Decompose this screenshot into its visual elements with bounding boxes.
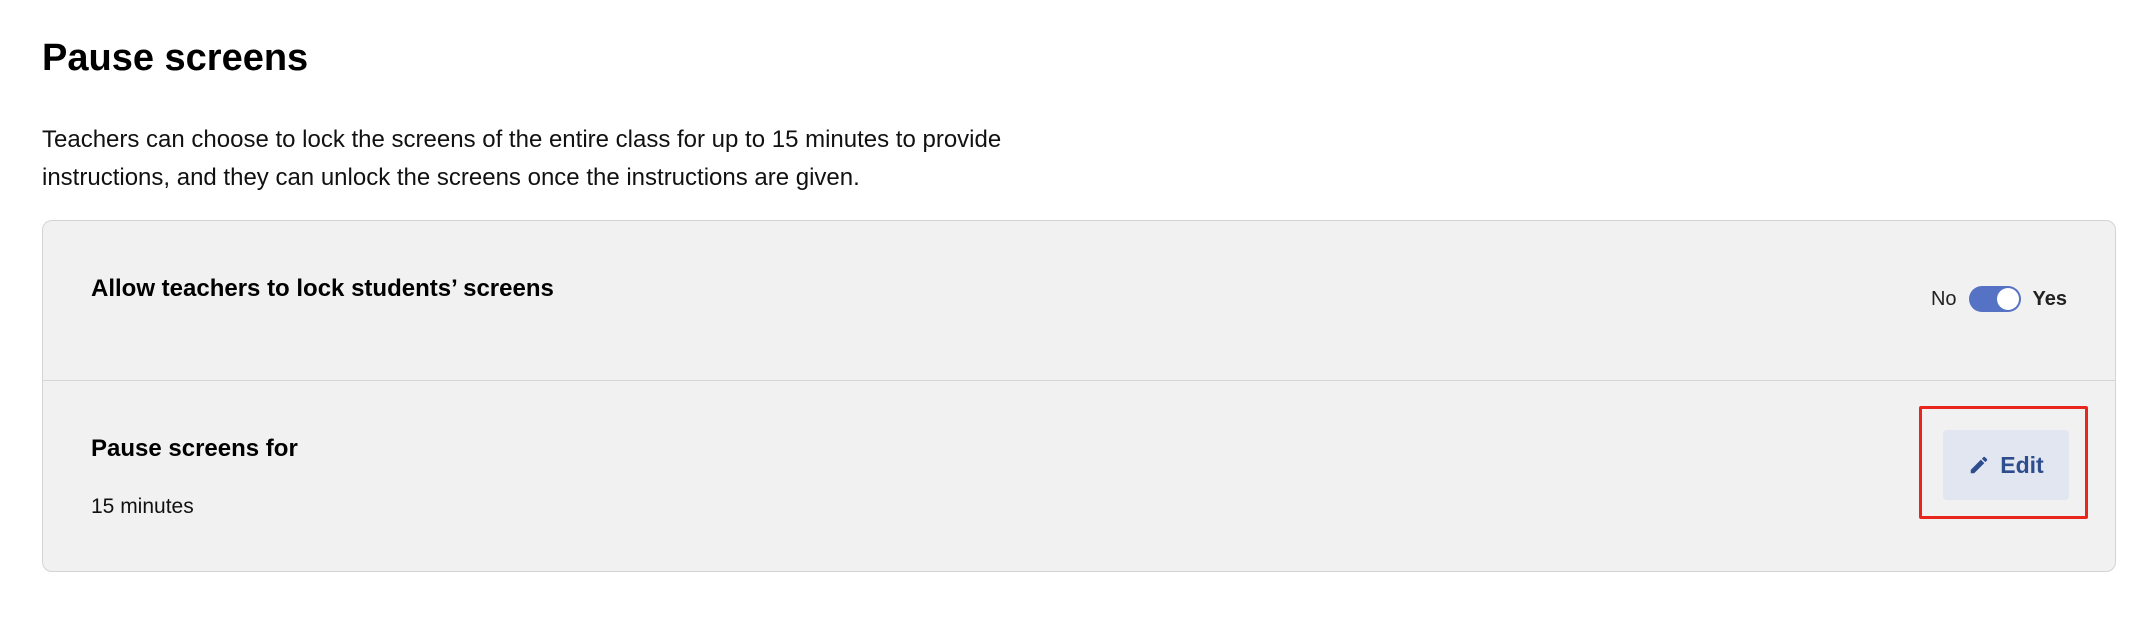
edit-button[interactable]: Edit [1943,430,2069,500]
toggle-knob [1996,288,2019,310]
lock-screens-setting-row: Allow teachers to lock students’ screens… [43,221,2115,381]
page-description: Teachers can choose to lock the screens … [42,126,1002,191]
toggle-no-label: No [1930,288,1957,310]
lock-screens-toggle[interactable] [1968,286,2021,312]
page-title: Pause screens [42,37,309,79]
pause-duration-value: 15 minutes [91,495,194,518]
lock-screens-toggle-group: No Yes [1931,285,2067,313]
settings-card: Allow teachers to lock students’ screens… [42,220,2116,572]
pause-duration-setting-row: Pause screens for 15 minutes [43,381,2115,571]
edit-button-label: Edit [2000,451,2044,478]
toggle-yes-label: Yes [2032,288,2067,310]
pause-duration-label: Pause screens for [91,435,298,462]
lock-screens-label: Allow teachers to lock students’ screens [91,275,554,302]
pencil-icon [1968,454,1990,476]
